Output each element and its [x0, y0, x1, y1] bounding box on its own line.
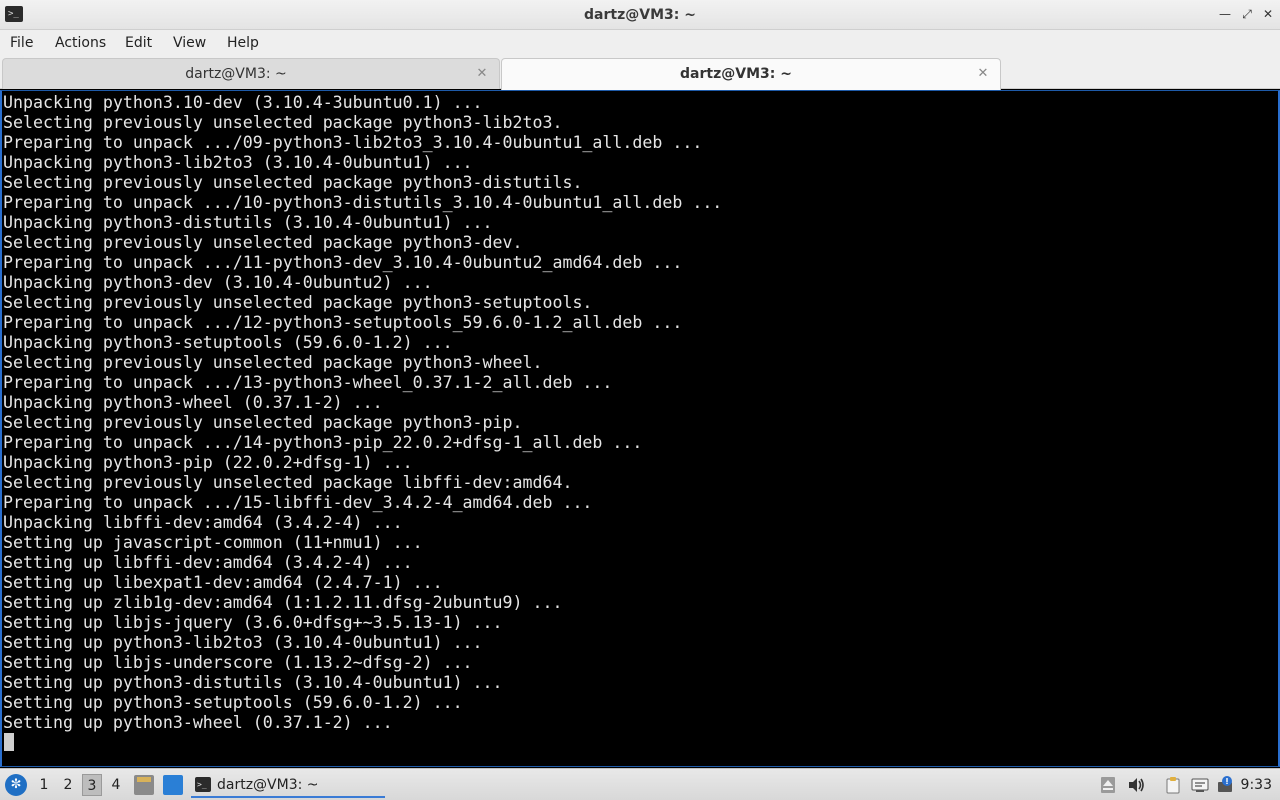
- terminal-line: Selecting previously unselected package …: [3, 413, 523, 432]
- terminal-line: Unpacking python3-lib2to3 (3.10.4-0ubunt…: [3, 153, 473, 172]
- terminal-cursor: [4, 733, 14, 751]
- terminal-line: Preparing to unpack .../15-libffi-dev_3.…: [3, 493, 593, 512]
- terminal-output[interactable]: Unpacking python3.10-dev (3.10.4-3ubuntu…: [0, 90, 1280, 767]
- show-desktop-icon[interactable]: [163, 775, 183, 795]
- menu-help[interactable]: Help: [221, 30, 265, 56]
- terminal-line: Setting up javascript-common (11+nmu1) .…: [3, 533, 423, 552]
- tab-label: dartz@VM3: ~: [680, 66, 792, 82]
- workspace-1[interactable]: 1: [34, 774, 54, 796]
- tab-bar: dartz@VM3: ~ ✕ dartz@VM3: ~ ✕: [0, 56, 1280, 90]
- terminal-line: Unpacking python3-distutils (3.10.4-0ubu…: [3, 213, 493, 232]
- terminal-line: Preparing to unpack .../11-python3-dev_3…: [3, 253, 683, 272]
- tab-1[interactable]: dartz@VM3: ~ ✕: [2, 58, 500, 89]
- workspace-2[interactable]: 2: [58, 774, 78, 796]
- terminal-line: Preparing to unpack .../12-python3-setup…: [3, 313, 683, 332]
- network-icon[interactable]: [1191, 776, 1209, 794]
- terminal-line: Setting up python3-wheel (0.37.1-2) ...: [3, 713, 393, 732]
- terminal-line: Unpacking python3-wheel (0.37.1-2) ...: [3, 393, 383, 412]
- terminal-line: Selecting previously unselected package …: [3, 233, 523, 252]
- terminal-line: Selecting previously unselected package …: [3, 353, 543, 372]
- window-title: dartz@VM3: ~: [584, 7, 696, 23]
- terminal-line: Preparing to unpack .../13-python3-wheel…: [3, 373, 613, 392]
- terminal-line: Unpacking python3-setuptools (59.6.0-1.2…: [3, 333, 453, 352]
- window-titlebar[interactable]: >_ dartz@VM3: ~ — ⤢ ✕: [0, 0, 1280, 30]
- terminal-line: Setting up python3-setuptools (59.6.0-1.…: [3, 693, 463, 712]
- terminal-line: Selecting previously unselected package …: [3, 473, 573, 492]
- eject-icon[interactable]: [1099, 776, 1117, 794]
- terminal-line: Selecting previously unselected package …: [3, 173, 583, 192]
- menu-view[interactable]: View: [167, 30, 212, 56]
- terminal-line: Setting up zlib1g-dev:amd64 (1:1.2.11.df…: [3, 593, 563, 612]
- tab-close-icon[interactable]: ✕: [976, 67, 990, 81]
- terminal-line: Unpacking python3.10-dev (3.10.4-3ubuntu…: [3, 93, 483, 112]
- clock: 9:33: [1240, 777, 1272, 793]
- workspace-3[interactable]: 3: [82, 774, 102, 796]
- tab-close-icon[interactable]: ✕: [475, 67, 489, 81]
- terminal-line: Setting up libffi-dev:amd64 (3.4.2-4) ..…: [3, 553, 413, 572]
- notification-icon[interactable]: [1216, 776, 1234, 794]
- menu-edit[interactable]: Edit: [119, 30, 158, 56]
- clipboard-icon[interactable]: [1164, 776, 1182, 794]
- taskbar: ✼ 1 2 3 4 >_ dartz@VM3: ~ 9:33: [0, 768, 1280, 800]
- menu-actions[interactable]: Actions: [49, 30, 112, 56]
- minimize-button[interactable]: —: [1218, 7, 1232, 21]
- workspace-4[interactable]: 4: [106, 774, 126, 796]
- task-label: dartz@VM3: ~: [217, 777, 319, 793]
- terminal-line: Setting up libexpat1-dev:amd64 (2.4.7-1)…: [3, 573, 443, 592]
- close-button[interactable]: ✕: [1261, 7, 1275, 21]
- menu-file[interactable]: File: [4, 30, 39, 56]
- terminal-line: Preparing to unpack .../10-python3-distu…: [3, 193, 723, 212]
- menu-bar: File Actions Edit View Help: [0, 30, 1280, 56]
- terminal-line: Setting up libjs-underscore (1.13.2~dfsg…: [3, 653, 473, 672]
- file-manager-icon[interactable]: [134, 775, 154, 795]
- volume-icon[interactable]: [1127, 776, 1145, 794]
- terminal-line: Unpacking libffi-dev:amd64 (3.4.2-4) ...: [3, 513, 403, 532]
- terminal-line: Setting up python3-distutils (3.10.4-0ub…: [3, 673, 503, 692]
- maximize-button[interactable]: ⤢: [1240, 7, 1254, 21]
- terminal-line: Unpacking python3-pip (22.0.2+dfsg-1) ..…: [3, 453, 413, 472]
- terminal-line: Unpacking python3-dev (3.10.4-0ubuntu2) …: [3, 273, 433, 292]
- terminal-line: Preparing to unpack .../09-python3-lib2t…: [3, 133, 703, 152]
- terminal-line: Preparing to unpack .../14-python3-pip_2…: [3, 433, 643, 452]
- terminal-lines: Unpacking python3.10-dev (3.10.4-3ubuntu…: [3, 93, 722, 733]
- taskbar-task-terminal[interactable]: >_ dartz@VM3: ~: [191, 772, 385, 798]
- terminal-line: Setting up python3-lib2to3 (3.10.4-0ubun…: [3, 633, 483, 652]
- tab-label: dartz@VM3: ~: [185, 66, 287, 82]
- tab-2[interactable]: dartz@VM3: ~ ✕: [501, 58, 1001, 90]
- start-menu-icon[interactable]: ✼: [5, 774, 27, 796]
- terminal-icon: >_: [195, 777, 211, 792]
- terminal-line: Setting up libjs-jquery (3.6.0+dfsg+~3.5…: [3, 613, 503, 632]
- terminal-line: Selecting previously unselected package …: [3, 113, 563, 132]
- terminal-line: Selecting previously unselected package …: [3, 293, 593, 312]
